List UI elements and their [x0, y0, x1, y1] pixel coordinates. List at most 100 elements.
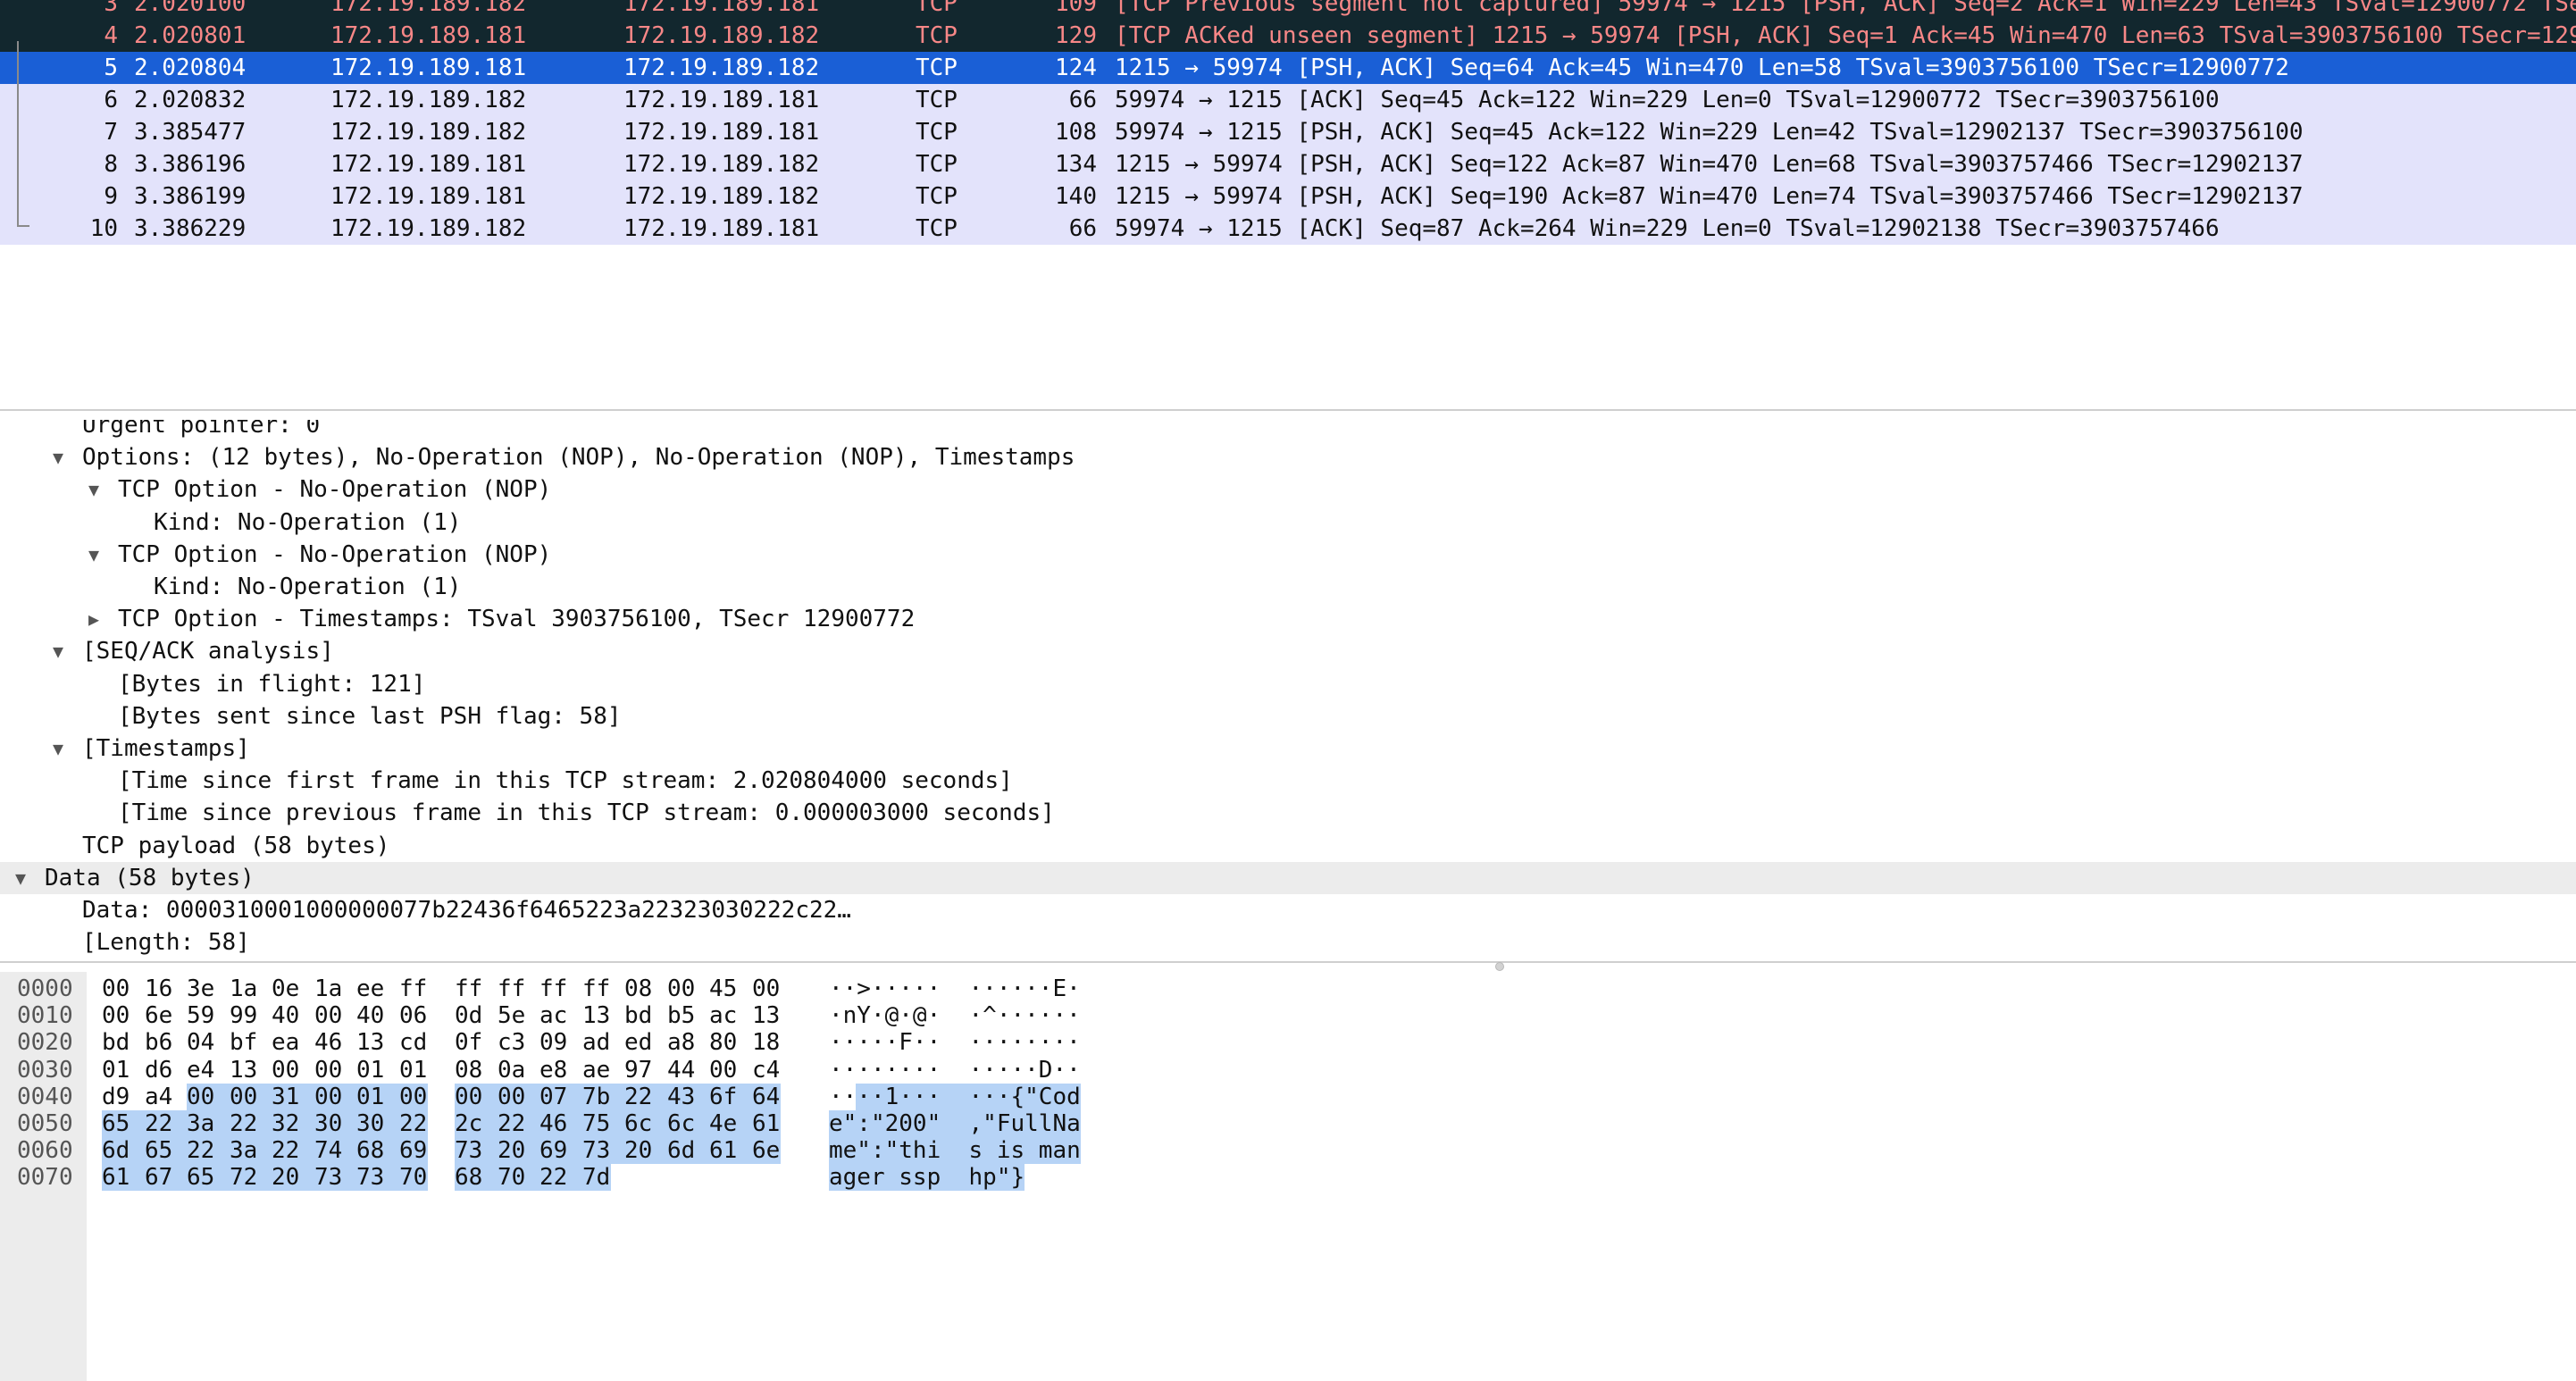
hex-byte[interactable]: d6 — [145, 1057, 188, 1084]
hex-byte[interactable]: 31 — [272, 1084, 314, 1110]
hex-byte[interactable]: 70 — [399, 1164, 428, 1191]
hex-byte[interactable]: 68 — [455, 1164, 498, 1191]
hex-byte[interactable]: 3e — [187, 975, 230, 1002]
hex-byte[interactable]: 00 — [272, 1057, 314, 1084]
hex-byte[interactable]: 00 — [709, 1057, 752, 1084]
hex-byte[interactable]: 22 — [187, 1137, 230, 1164]
hex-byte[interactable]: 65 — [187, 1164, 230, 1191]
hex-byte[interactable]: 43 — [667, 1084, 710, 1110]
collapse-arrow-icon[interactable]: ▼ — [48, 441, 68, 473]
hex-byte[interactable]: 61 — [102, 1164, 145, 1191]
hex-byte[interactable]: 00 — [230, 1084, 272, 1110]
detail-tree-row[interactable]: ▼ [Timestamps] — [0, 732, 2576, 765]
detail-tree-row[interactable]: ▼ [SEQ/ACK analysis] — [0, 635, 2576, 667]
expand-arrow-icon[interactable]: ▶ — [84, 603, 104, 635]
hex-byte[interactable]: 97 — [624, 1057, 667, 1084]
packet-row-6[interactable]: 6 2.020832 172.19.189.182 172.19.189.181 TCP… — [0, 84, 2576, 116]
hex-byte[interactable]: 1a — [314, 975, 357, 1002]
hex-byte[interactable]: ea — [272, 1029, 314, 1056]
hex-byte[interactable]: 4e — [709, 1110, 752, 1137]
packet-row-3[interactable]: 3 2.020100 172.19.189.182 172.19.189.181 TCP… — [0, 0, 2576, 20]
hex-byte[interactable]: c3 — [498, 1029, 540, 1056]
hex-byte[interactable]: 65 — [102, 1110, 145, 1137]
hex-byte[interactable]: 6f — [709, 1084, 752, 1110]
detail-tree-row[interactable]: Kind: No-Operation (1) — [0, 506, 2576, 539]
detail-tree-row[interactable]: ▼ TCP Option - No-Operation (NOP) — [0, 473, 2576, 506]
packet-row-7[interactable]: 7 3.385477 172.19.189.182 172.19.189.181 TCP… — [0, 116, 2576, 148]
hex-byte[interactable]: 00 — [399, 1084, 428, 1110]
hex-byte[interactable]: 3a — [230, 1137, 272, 1164]
hex-byte[interactable]: 40 — [272, 1002, 314, 1029]
hex-byte[interactable]: 65 — [145, 1137, 188, 1164]
hex-byte[interactable]: 3a — [187, 1110, 230, 1137]
detail-tree-row[interactable]: ▶ TCP Option - Timestamps: TSval 39037561… — [0, 603, 2576, 635]
detail-tree-row[interactable]: ▼ Data (58 bytes) — [0, 862, 2576, 894]
packet-list-pane[interactable]: 10 3.386229 172.19.189.182 172.19.189.181 TC… — [0, 0, 2576, 411]
hex-byte[interactable]: ff — [455, 975, 498, 1002]
hex-byte[interactable]: 5e — [498, 1002, 540, 1029]
hex-byte[interactable]: 22 — [624, 1084, 667, 1110]
hex-dump-row[interactable]: 0060 6d 65 22 3a 22 74 68 69 73 20 69 73 20 6d 61 6e me":… — [0, 1137, 1161, 1164]
hex-byte[interactable]: 7d — [582, 1164, 611, 1191]
hex-byte[interactable]: 22 — [145, 1110, 188, 1137]
hex-byte[interactable]: 0a — [498, 1057, 540, 1084]
hex-byte[interactable]: 30 — [314, 1110, 357, 1137]
detail-tree-row[interactable]: [Time since first frame in this TCP stre… — [0, 765, 2576, 797]
hex-byte[interactable]: 73 — [582, 1137, 625, 1164]
hex-byte[interactable]: 18 — [752, 1029, 781, 1056]
detail-tree-row[interactable]: ▼ TCP Option - No-Operation (NOP) — [0, 539, 2576, 571]
hex-byte[interactable]: ee — [356, 975, 399, 1002]
hex-byte[interactable]: 61 — [709, 1137, 752, 1164]
hex-byte[interactable]: 22 — [399, 1110, 428, 1137]
hex-dump-row[interactable]: 0030 01 d6 e4 13 00 00 01 01 08 0a e8 ae 97 44 00 c4 ····… — [0, 1057, 1161, 1084]
hex-byte[interactable]: 01 — [356, 1084, 399, 1110]
hex-byte[interactable]: 00 — [314, 1002, 357, 1029]
hex-byte[interactable]: b6 — [145, 1029, 188, 1056]
collapse-arrow-icon[interactable]: ▼ — [84, 473, 104, 506]
hex-byte[interactable]: 22 — [539, 1164, 582, 1191]
hex-byte[interactable]: bd — [102, 1029, 145, 1056]
hex-byte[interactable]: 20 — [498, 1137, 540, 1164]
hex-byte[interactable]: 13 — [230, 1057, 272, 1084]
hex-dump-row[interactable]: 0000 00 16 3e 1a 0e 1a ee ff ff ff ff ff 08 00 45 00 ··>·… — [0, 975, 1161, 1002]
collapse-arrow-icon[interactable]: ▼ — [48, 732, 68, 765]
hex-byte[interactable]: ac — [709, 1002, 752, 1029]
collapse-arrow-icon[interactable]: ▼ — [48, 635, 68, 667]
hex-byte[interactable]: 00 — [498, 1084, 540, 1110]
hex-byte[interactable]: a4 — [145, 1084, 188, 1110]
packet-row-8[interactable]: 8 3.386196 172.19.189.181 172.19.189.182 TCP… — [0, 148, 2576, 180]
hex-byte[interactable]: 80 — [709, 1029, 752, 1056]
hex-byte[interactable]: 61 — [752, 1110, 781, 1137]
hex-byte[interactable]: 22 — [272, 1137, 314, 1164]
hex-byte[interactable]: 40 — [356, 1002, 399, 1029]
hex-byte[interactable]: 6e — [145, 1002, 188, 1029]
hex-byte[interactable]: b5 — [667, 1002, 710, 1029]
hex-dump-row[interactable]: 0010 00 6e 59 99 40 00 40 06 0d 5e ac 13 bd b5 ac 13 ·nY·… — [0, 1002, 1161, 1029]
hex-byte[interactable]: 44 — [667, 1057, 710, 1084]
hex-byte[interactable]: 69 — [399, 1137, 428, 1164]
hex-byte[interactable]: ff — [582, 975, 625, 1002]
hex-byte[interactable]: 00 — [102, 1002, 145, 1029]
hex-byte[interactable]: 73 — [314, 1164, 357, 1191]
hex-byte[interactable]: 0d — [455, 1002, 498, 1029]
hex-byte[interactable]: ff — [539, 975, 582, 1002]
ascii-dump[interactable]: ····1··· ···{"Cod — [829, 1084, 1081, 1110]
detail-tree-row[interactable]: [Length: 58] — [0, 926, 2576, 958]
collapse-arrow-icon[interactable]: ▼ — [11, 862, 30, 894]
detail-tree-row[interactable]: [Time since previous frame in this TCP s… — [0, 797, 2576, 829]
hex-byte[interactable]: 6c — [624, 1110, 667, 1137]
hex-byte[interactable]: 46 — [314, 1029, 357, 1056]
hex-byte[interactable]: 01 — [356, 1057, 399, 1084]
hex-byte[interactable]: 13 — [752, 1002, 781, 1029]
hex-byte[interactable]: 22 — [498, 1110, 540, 1137]
hex-byte[interactable]: ff — [498, 975, 540, 1002]
hex-byte[interactable]: 6c — [667, 1110, 710, 1137]
ascii-dump[interactable]: ager ssp hp"} — [829, 1164, 1025, 1191]
hex-byte[interactable]: 67 — [145, 1164, 188, 1191]
hex-byte[interactable]: 04 — [187, 1029, 230, 1056]
detail-tree-row[interactable]: TCP payload (58 bytes) — [0, 830, 2576, 862]
hex-byte[interactable]: 20 — [272, 1164, 314, 1191]
hex-byte[interactable]: 09 — [539, 1029, 582, 1056]
hex-byte[interactable]: 74 — [314, 1137, 357, 1164]
hex-byte[interactable]: ac — [539, 1002, 582, 1029]
